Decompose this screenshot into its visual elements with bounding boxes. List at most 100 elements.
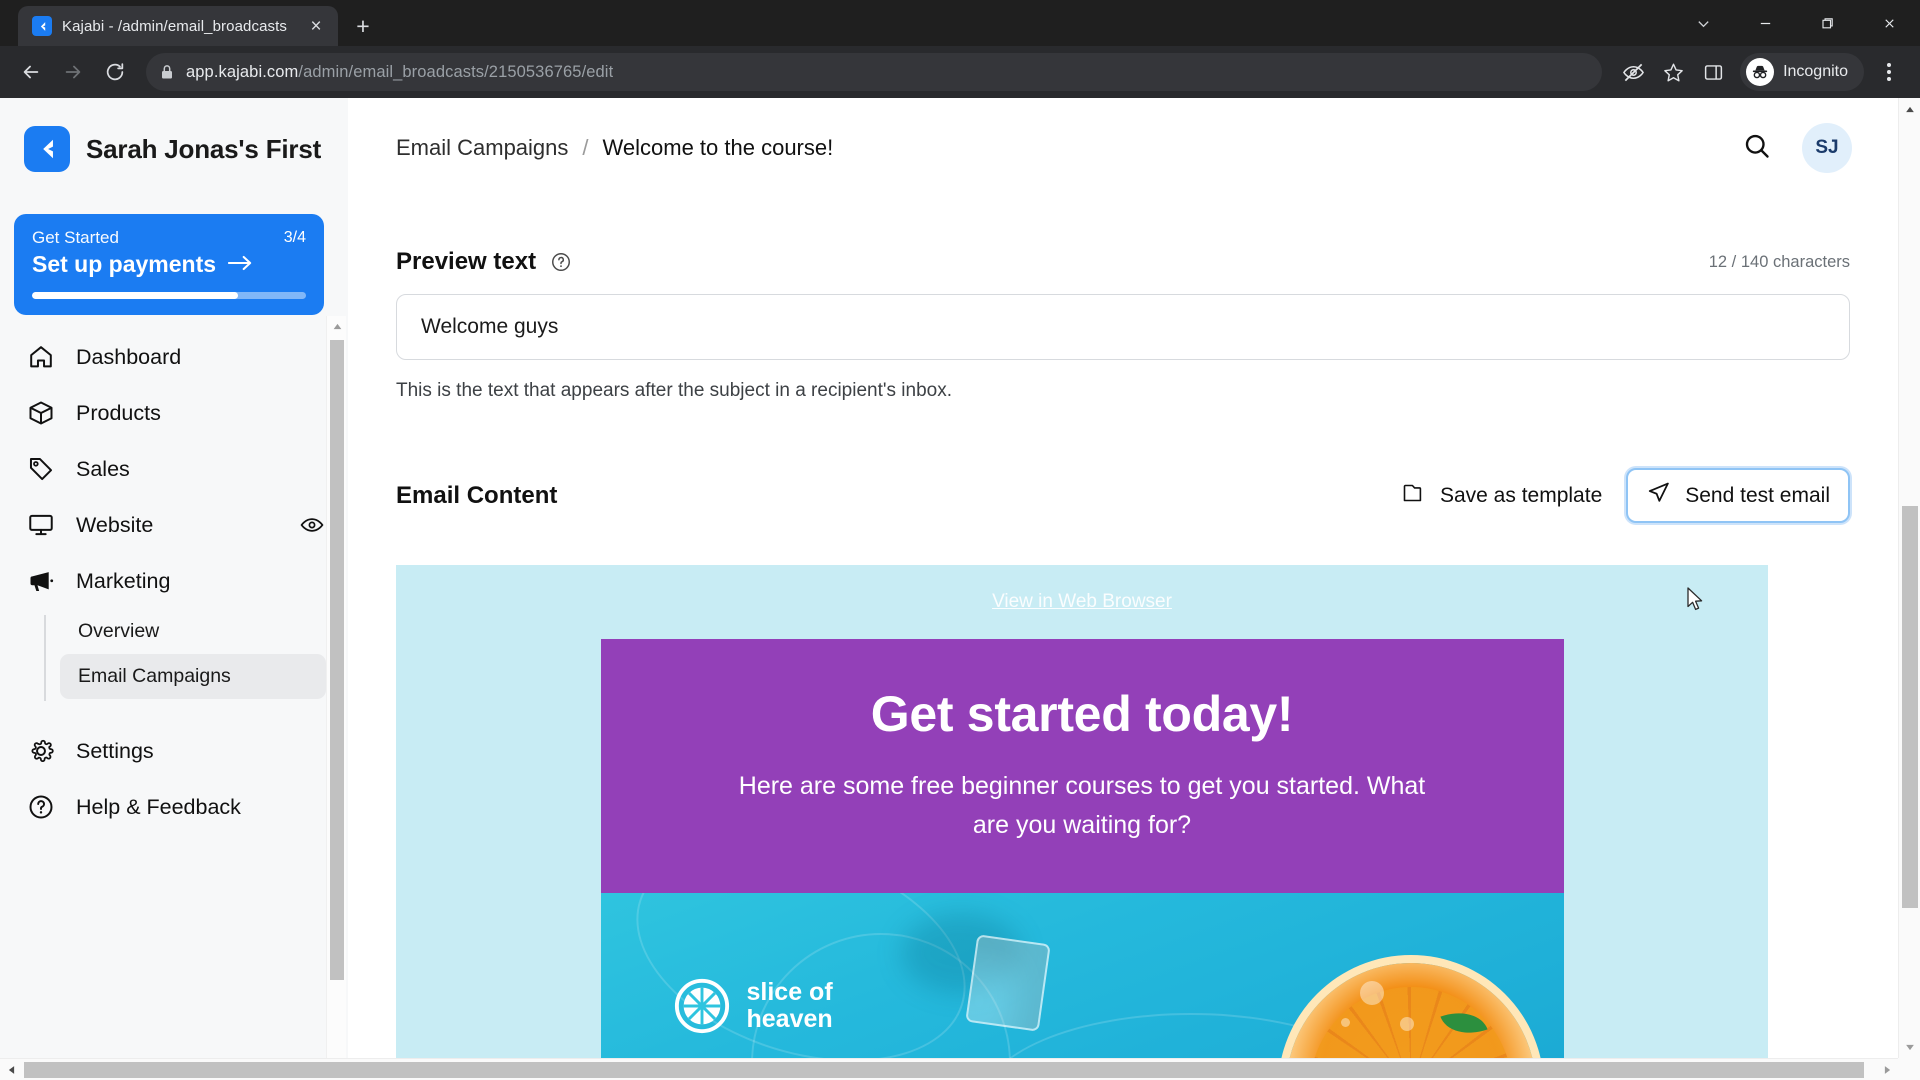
scroll-up-arrow[interactable] <box>1899 98 1920 120</box>
breadcrumb: Email Campaigns / Welcome to the course! <box>396 135 833 161</box>
page-horizontal-scrollbar-thumb[interactable] <box>24 1062 1864 1078</box>
brand-logo-lockup: slice of heaven <box>673 977 833 1035</box>
arrow-right-icon <box>227 251 252 278</box>
incognito-icon <box>1746 58 1775 86</box>
view-in-web-browser-link[interactable]: View in Web Browser <box>396 565 1768 613</box>
preview-text-hint: This is the text that appears after the … <box>396 380 952 401</box>
email-hero-image[interactable]: slice of heaven <box>600 892 1564 1058</box>
search-icon[interactable] <box>1742 131 1772 166</box>
sidebar-item-settings[interactable]: Settings <box>0 723 348 779</box>
brand-logo-line2: heaven <box>746 1004 833 1033</box>
bubble-decoration <box>1340 1017 1350 1027</box>
avatar[interactable]: SJ <box>1802 123 1852 173</box>
brand-logo-text: slice of heaven <box>746 977 833 1033</box>
sidebar-subitem-email-campaigns[interactable]: Email Campaigns <box>60 654 326 699</box>
get-started-progress <box>32 292 306 299</box>
sidebar-item-help-feedback[interactable]: Help & Feedback <box>0 779 348 835</box>
breadcrumb-current: Welcome to the course! <box>602 135 834 160</box>
page-vertical-scrollbar[interactable] <box>1898 98 1920 1058</box>
star-icon[interactable] <box>1654 53 1692 91</box>
new-tab-button[interactable]: + <box>346 9 380 43</box>
page-viewport: Sarah Jonas's First Get Started 3/4 Set … <box>0 98 1920 1080</box>
toolbar-right-actions: Incognito <box>1614 53 1908 91</box>
app-sidebar: Sarah Jonas's First Get Started 3/4 Set … <box>0 98 348 1080</box>
eye-icon[interactable] <box>298 512 326 538</box>
brand-header[interactable]: Sarah Jonas's First <box>0 98 348 172</box>
orange-slice-image <box>1285 962 1536 1058</box>
window-controls <box>1672 0 1920 46</box>
preview-text-input[interactable]: Welcome guys <box>396 294 1850 360</box>
close-icon[interactable]: × <box>304 14 328 38</box>
eye-slash-icon[interactable] <box>1614 53 1652 91</box>
kajabi-logo-icon <box>32 16 52 36</box>
scroll-up-arrow[interactable] <box>327 316 347 336</box>
incognito-profile-button[interactable]: Incognito <box>1740 53 1864 91</box>
chevron-down-icon[interactable] <box>1672 0 1734 46</box>
folder-icon <box>1400 481 1424 511</box>
brand-logo-line1: slice of <box>746 977 833 1006</box>
minimize-icon[interactable] <box>1734 0 1796 46</box>
citrus-slice-icon <box>673 977 731 1035</box>
breadcrumb-separator: / <box>582 135 589 160</box>
sidebar-item-label: Website <box>76 512 154 537</box>
page-horizontal-scrollbar[interactable] <box>0 1058 1898 1080</box>
maximize-icon[interactable] <box>1796 0 1858 46</box>
email-hero-banner[interactable]: Get started today! Here are some free be… <box>600 639 1564 893</box>
sidebar-subitem-overview[interactable]: Overview <box>60 609 326 654</box>
bubble-decoration <box>1359 980 1384 1005</box>
save-as-template-button[interactable]: Save as template <box>1382 470 1620 522</box>
sidebar-item-marketing[interactable]: Marketing <box>0 553 348 609</box>
bubble-decoration <box>1399 1016 1414 1031</box>
lock-icon <box>160 64 174 80</box>
email-preview-canvas[interactable]: View in Web Browser Get started today! H… <box>396 565 1768 1058</box>
email-content-header: Email Content Save as template Send test… <box>396 468 1850 523</box>
incognito-label: Incognito <box>1783 63 1848 80</box>
send-test-email-button[interactable]: Send test email <box>1626 468 1850 523</box>
gear-icon <box>26 736 56 766</box>
get-started-card[interactable]: Get Started 3/4 Set up payments <box>14 214 324 315</box>
send-test-email-label: Send test email <box>1685 483 1830 507</box>
form-content: Preview text 12 / 140 characters Welcome… <box>348 248 1898 1058</box>
page-vertical-scrollbar-thumb[interactable] <box>1902 506 1918 908</box>
scrollbar-corner <box>1898 1058 1920 1080</box>
three-dot-menu-icon[interactable] <box>1870 53 1908 91</box>
side-panel-icon[interactable] <box>1694 53 1732 91</box>
browser-toolbar: app.kajabi.com/admin/email_broadcasts/21… <box>0 46 1920 98</box>
breadcrumb-parent-link[interactable]: Email Campaigns <box>396 135 568 161</box>
sidebar-item-label: Sales <box>76 456 130 481</box>
brand-name: Sarah Jonas's First <box>86 133 322 164</box>
sidebar-scrollbar-thumb[interactable] <box>330 340 344 980</box>
sidebar-item-website[interactable]: Website <box>0 497 348 553</box>
kajabi-logo-icon <box>24 126 70 172</box>
back-arrow-icon[interactable] <box>12 53 50 91</box>
scroll-down-arrow[interactable] <box>1899 1036 1920 1058</box>
scroll-left-arrow[interactable] <box>0 1059 22 1080</box>
sidebar-item-sales[interactable]: Sales <box>0 441 348 497</box>
tag-icon <box>26 454 56 484</box>
sidebar-scrollbar[interactable] <box>326 316 346 1076</box>
sidebar-item-products[interactable]: Products <box>0 385 348 441</box>
tab-strip: Kajabi - /admin/email_broadcasts × + <box>0 0 1920 46</box>
megaphone-icon <box>26 566 56 596</box>
email-subhead: Here are some free beginner courses to g… <box>738 772 1426 839</box>
sidebar-item-label: Products <box>76 400 161 425</box>
sidebar-item-dashboard[interactable]: Dashboard <box>0 329 348 385</box>
close-icon[interactable] <box>1858 0 1920 46</box>
preview-text-field-header: Preview text 12 / 140 characters <box>396 248 1850 276</box>
home-icon <box>26 342 56 372</box>
email-content-title: Email Content <box>396 481 558 509</box>
get-started-title: Set up payments <box>32 251 217 277</box>
address-bar[interactable]: app.kajabi.com/admin/email_broadcasts/21… <box>146 53 1603 91</box>
get-started-label: Get Started <box>32 228 119 247</box>
reload-icon[interactable] <box>96 53 134 91</box>
question-circle-icon <box>26 792 56 822</box>
forward-arrow-icon <box>54 53 92 91</box>
scroll-right-arrow[interactable] <box>1876 1059 1898 1080</box>
page-header: Email Campaigns / Welcome to the course!… <box>348 98 1898 198</box>
browser-tab[interactable]: Kajabi - /admin/email_broadcasts × <box>18 6 338 46</box>
preview-text-label: Preview text <box>396 248 537 275</box>
tab-title: Kajabi - /admin/email_broadcasts <box>62 17 287 35</box>
browser-window: Kajabi - /admin/email_broadcasts × + app… <box>0 0 1920 1080</box>
sidebar-item-label: Help & Feedback <box>76 794 241 819</box>
question-circle-icon[interactable] <box>550 251 572 273</box>
